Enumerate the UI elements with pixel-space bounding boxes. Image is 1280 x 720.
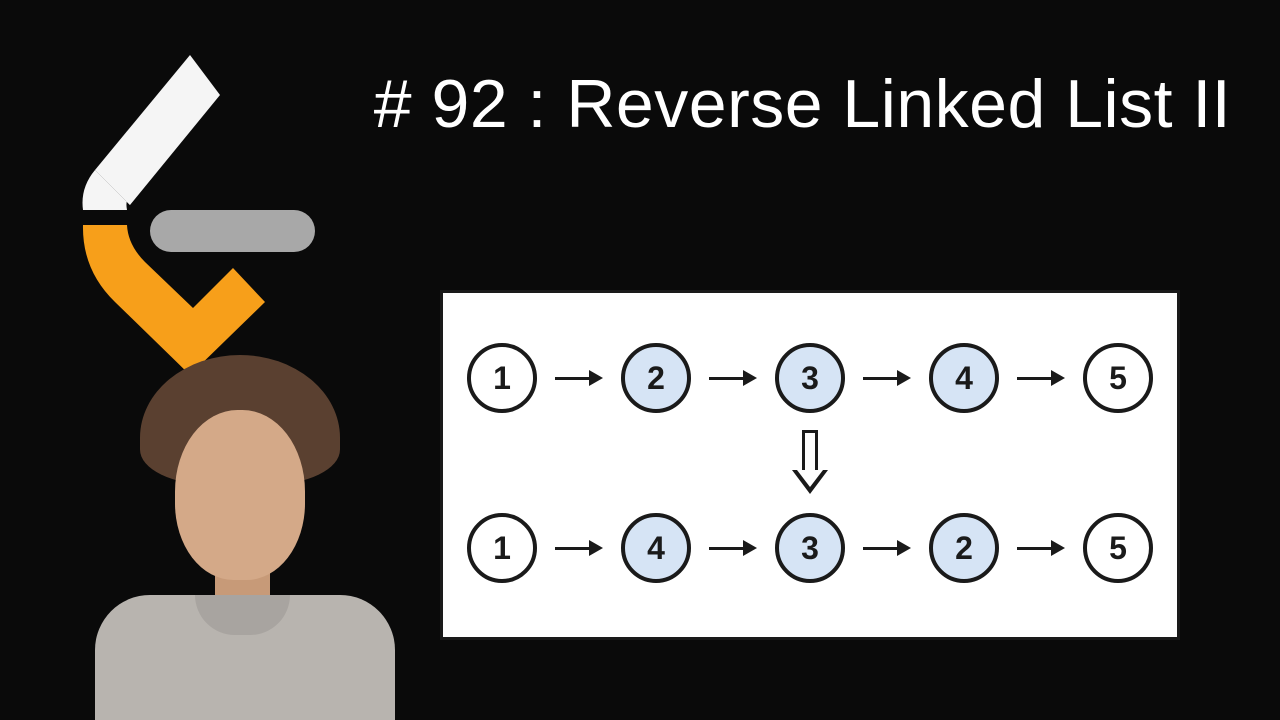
list-node: 5 — [1083, 513, 1153, 583]
arrow-down-icon — [792, 430, 828, 496]
arrow-right-icon — [555, 544, 603, 552]
arrow-right-icon — [1017, 544, 1065, 552]
list-node: 5 — [1083, 343, 1153, 413]
list-node: 4 — [929, 343, 999, 413]
arrow-right-icon — [863, 544, 911, 552]
arrow-right-icon — [863, 374, 911, 382]
problem-title: # 92 : Reverse Linked List II — [355, 65, 1250, 143]
list-node: 3 — [775, 343, 845, 413]
linked-list-after: 1 4 3 2 5 — [473, 503, 1147, 593]
transform-arrow — [473, 423, 1147, 503]
linked-list-before: 1 2 3 4 5 — [473, 333, 1147, 423]
list-node: 1 — [467, 513, 537, 583]
presenter-photo — [85, 320, 405, 720]
arrow-right-icon — [709, 374, 757, 382]
linked-list-diagram: 1 2 3 4 5 1 4 3 2 5 — [440, 290, 1180, 640]
list-node: 3 — [775, 513, 845, 583]
arrow-right-icon — [555, 374, 603, 382]
list-node: 4 — [621, 513, 691, 583]
list-node: 1 — [467, 343, 537, 413]
arrow-right-icon — [1017, 374, 1065, 382]
list-node: 2 — [621, 343, 691, 413]
list-node: 2 — [929, 513, 999, 583]
arrow-right-icon — [709, 544, 757, 552]
